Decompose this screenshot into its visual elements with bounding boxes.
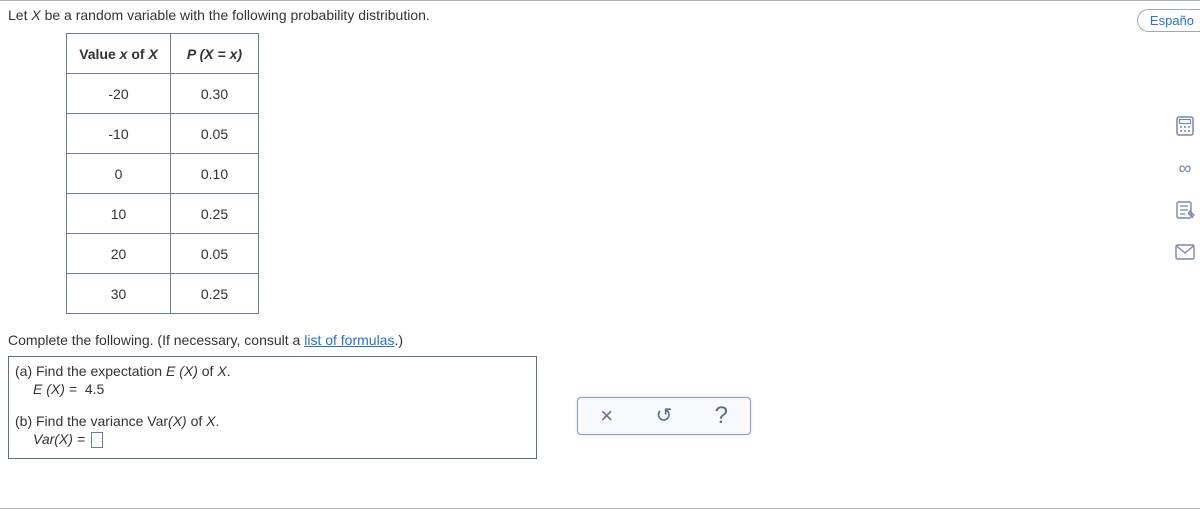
mail-icon[interactable] [1174,241,1196,263]
part-b-period: . [216,413,220,429]
table-row: -200.30 [67,74,259,114]
part-b-lhs: Var(X) = [33,431,89,447]
cell-p: 0.05 [171,114,259,154]
clear-button[interactable]: × [583,405,631,427]
hdr-px-eq: = [214,46,230,62]
part-a-lhs: E (X) = [33,381,81,397]
formulas-link[interactable]: list of formulas [304,332,394,348]
complete-suffix: .) [394,332,403,348]
col-header-value: Value x of X [67,34,171,74]
table-row: -100.05 [67,114,259,154]
side-toolbar: ∞ [1172,115,1198,263]
intro-prefix: Let [8,7,31,23]
part-a-expr: E (X) [166,363,198,379]
answer-box: (a) Find the expectation E (X) of X. E (… [8,356,537,459]
hdr-px-close: ) [237,46,242,62]
part-a: (a) Find the expectation E (X) of X. E (… [9,357,536,407]
part-a-label: (a) Find the expectation [15,363,166,379]
part-b-bigx: X [206,413,215,429]
part-b: (b) Find the variance Var(X) of X. Var(X… [9,407,536,458]
cell-x: 0 [67,154,171,194]
part-b-label: (b) Find the variance Var [15,413,168,429]
variance-input[interactable] [91,432,103,448]
cell-x: -20 [67,74,171,114]
intro-suffix: be a random variable with the following … [41,7,430,23]
part-a-value: 4.5 [85,381,104,397]
part-b-of: of [187,413,206,429]
cell-x: 30 [67,274,171,314]
part-b-expr: (X) [168,413,187,429]
table-row: 100.25 [67,194,259,234]
instructions: Complete the following. (If necessary, c… [8,332,1192,348]
hdr-value-prefix: Value [79,46,119,62]
hdr-value-bigx: X [148,46,157,62]
cell-p: 0.25 [171,274,259,314]
table-row: 200.05 [67,234,259,274]
cell-x: 10 [67,194,171,234]
undo-button[interactable]: ↺ [640,406,688,426]
col-header-px: P (X = x) [171,34,259,74]
cell-p: 0.05 [171,234,259,274]
part-a-bigx: X [217,363,226,379]
language-button[interactable]: Españo [1137,9,1200,32]
hdr-px-p: P [187,46,196,62]
help-button[interactable]: ? [697,404,745,428]
hdr-px-open: ( [196,46,205,62]
hdr-px-bigx: X [204,46,213,62]
calculator-icon[interactable] [1174,115,1196,137]
intro-var: X [31,7,40,23]
hdr-value-of: of [127,46,148,62]
table-row: 300.25 [67,274,259,314]
problem-statement: Let X be a random variable with the foll… [8,7,1192,23]
cell-p: 0.25 [171,194,259,234]
table-row: 00.10 [67,154,259,194]
infinity-icon[interactable]: ∞ [1174,157,1196,179]
part-b-formula: Var(X) = [15,429,528,454]
part-a-of: of [198,363,217,379]
cell-p: 0.10 [171,154,259,194]
part-a-period: . [227,363,231,379]
cell-x: 20 [67,234,171,274]
probability-table: Value x of X P (X = x) -200.30 -100.05 0… [66,33,259,314]
complete-prefix: Complete the following. (If necessary, c… [8,332,304,348]
answer-toolbox: × ↺ ? [577,397,751,435]
notes-icon[interactable] [1174,199,1196,221]
cell-p: 0.30 [171,74,259,114]
cell-x: -10 [67,114,171,154]
part-a-formula: E (X) = 4.5 [15,379,528,403]
